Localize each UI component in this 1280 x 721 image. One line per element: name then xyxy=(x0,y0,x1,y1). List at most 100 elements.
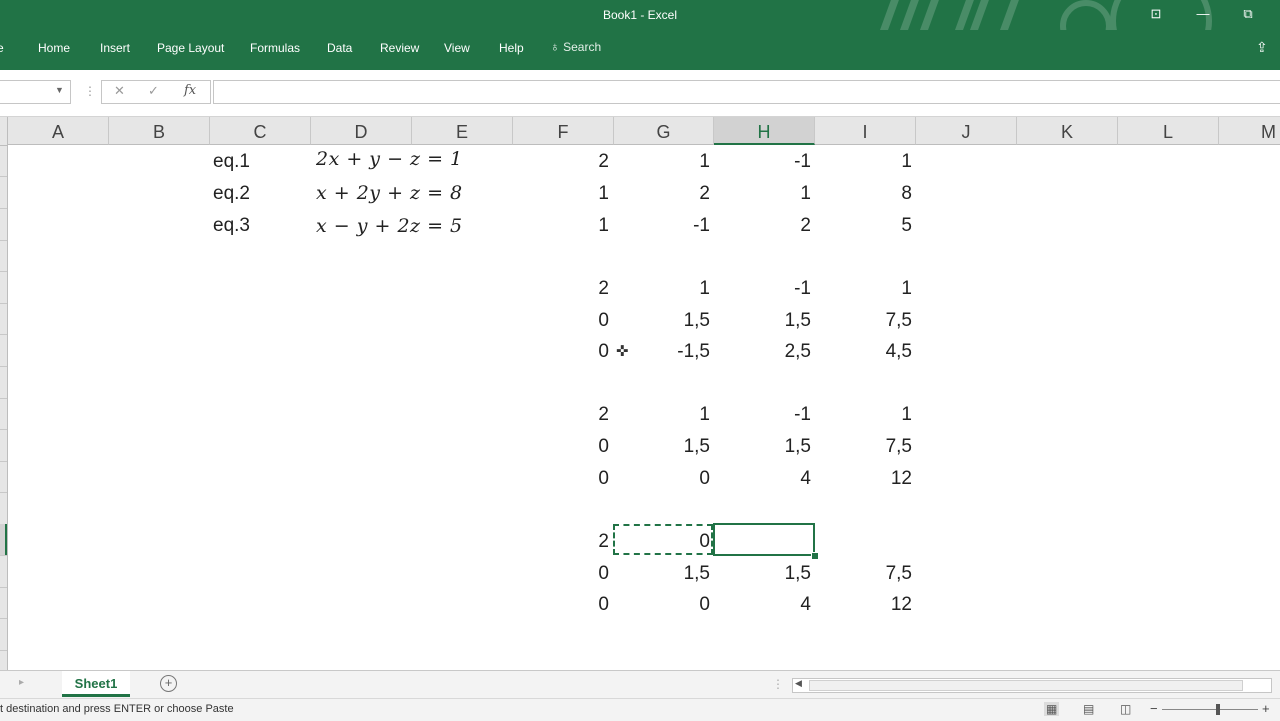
minimize-icon[interactable]: — xyxy=(1193,6,1213,21)
name-box[interactable]: ▼ xyxy=(0,80,71,104)
row-headers[interactable] xyxy=(0,146,8,670)
equation-object[interactable]: x + 2y + z = 8 xyxy=(316,182,463,204)
share-icon[interactable]: ⇪ xyxy=(1256,39,1268,56)
matrix-cell[interactable]: 1 xyxy=(614,278,710,300)
tab-page-layout[interactable]: Page Layout xyxy=(157,41,224,55)
sheet-tab-sheet1[interactable]: Sheet1 xyxy=(62,671,130,697)
matrix-cell[interactable]: 2 xyxy=(513,151,609,173)
column-header-k[interactable]: K xyxy=(1017,117,1118,145)
zoom-in-icon[interactable]: + xyxy=(1262,701,1270,716)
matrix-cell[interactable]: 1,5 xyxy=(614,563,710,585)
matrix-cell[interactable]: 2 xyxy=(714,215,811,237)
matrix-cell[interactable]: 2 xyxy=(614,183,710,205)
matrix-cell[interactable]: 0 xyxy=(513,468,609,490)
tab-data[interactable]: Data xyxy=(327,41,352,55)
matrix-cell[interactable]: 1,5 xyxy=(714,563,811,585)
column-header-l[interactable]: L xyxy=(1118,117,1219,145)
add-sheet-icon[interactable]: + xyxy=(160,675,177,692)
matrix-cell[interactable]: 0 xyxy=(513,341,609,363)
matrix-cell[interactable]: -1 xyxy=(714,404,811,426)
matrix-cell[interactable]: 1 xyxy=(714,183,811,205)
matrix-cell[interactable]: 1 xyxy=(614,404,710,426)
tab-file[interactable]: e xyxy=(0,41,4,55)
zoom-out-icon[interactable]: − xyxy=(1150,701,1158,716)
horizontal-scrollbar[interactable]: ◀ xyxy=(792,678,1272,693)
matrix-cell[interactable]: 1,5 xyxy=(714,310,811,332)
matrix-cell[interactable]: 0 xyxy=(614,468,710,490)
matrix-cell[interactable]: 7,5 xyxy=(815,310,912,332)
tab-insert[interactable]: Insert xyxy=(100,41,130,55)
column-header-b[interactable]: B xyxy=(109,117,210,145)
matrix-cell[interactable]: 0 xyxy=(513,436,609,458)
scroll-sheets-icon[interactable]: ▸ xyxy=(19,677,24,688)
matrix-cell[interactable]: 7,5 xyxy=(815,436,912,458)
matrix-cell[interactable]: 1 xyxy=(815,278,912,300)
column-header-a[interactable]: A xyxy=(8,117,109,145)
matrix-cell[interactable]: 4 xyxy=(714,468,811,490)
matrix-cell[interactable]: 2 xyxy=(513,278,609,300)
matrix-cell[interactable]: 1,5 xyxy=(614,436,710,458)
column-header-h[interactable]: H xyxy=(714,117,815,145)
select-all-corner[interactable] xyxy=(0,117,8,146)
tab-home[interactable]: Home xyxy=(38,41,70,55)
restore-icon[interactable]: ⧉ xyxy=(1238,6,1258,22)
scroll-left-icon[interactable]: ◀ xyxy=(795,678,802,689)
page-break-view-icon[interactable]: ◫ xyxy=(1120,702,1131,716)
column-header-j[interactable]: J xyxy=(916,117,1017,145)
matrix-cell[interactable]: 1 xyxy=(513,183,609,205)
chevron-down-icon[interactable]: ▼ xyxy=(55,85,64,95)
resize-handle-icon[interactable]: ⋮ xyxy=(84,84,96,98)
matrix-cell[interactable]: 8 xyxy=(815,183,912,205)
scrollbar-thumb[interactable] xyxy=(809,680,1243,691)
matrix-cell[interactable]: 12 xyxy=(815,594,912,616)
column-header-e[interactable]: E xyxy=(412,117,513,145)
matrix-cell[interactable]: -1 xyxy=(714,278,811,300)
formula-input[interactable] xyxy=(213,80,1280,104)
insert-function-icon[interactable]: fx xyxy=(184,83,196,98)
active-cell[interactable] xyxy=(713,523,815,556)
tab-formulas[interactable]: Formulas xyxy=(250,41,300,55)
equation-object[interactable]: x − y + 2z = 5 xyxy=(316,215,463,237)
tab-split-handle-icon[interactable]: ⋮ xyxy=(772,677,784,691)
fill-handle[interactable] xyxy=(811,552,819,560)
column-header-i[interactable]: I xyxy=(815,117,916,145)
matrix-cell[interactable]: 0 xyxy=(513,310,609,332)
zoom-slider-thumb[interactable] xyxy=(1216,704,1220,715)
matrix-cell[interactable]: 1 xyxy=(815,151,912,173)
matrix-cell[interactable]: 1 xyxy=(815,404,912,426)
column-header-f[interactable]: F xyxy=(513,117,614,145)
cancel-icon[interactable]: ✕ xyxy=(114,83,125,99)
ribbon-display-icon[interactable]: ⊡ xyxy=(1146,6,1166,22)
tab-help[interactable]: Help xyxy=(499,41,524,55)
tell-me-search[interactable]: ♁ Search xyxy=(550,39,601,54)
tab-view[interactable]: View xyxy=(444,41,470,55)
tab-review[interactable]: Review xyxy=(380,41,419,55)
matrix-cell[interactable]: 5 xyxy=(815,215,912,237)
matrix-cell[interactable]: 0 xyxy=(614,594,710,616)
enter-icon[interactable]: ✓ xyxy=(148,83,159,99)
column-header-d[interactable]: D xyxy=(311,117,412,145)
zoom-slider[interactable] xyxy=(1162,709,1258,710)
matrix-cell[interactable]: 2,5 xyxy=(714,341,811,363)
matrix-cell[interactable]: 7,5 xyxy=(815,563,912,585)
matrix-cell[interactable]: 0 xyxy=(513,594,609,616)
equation-object[interactable]: 2x + y − z = 1 xyxy=(316,148,463,170)
matrix-cell[interactable]: 1,5 xyxy=(614,310,710,332)
matrix-cell[interactable]: -1 xyxy=(714,151,811,173)
matrix-cell[interactable]: 4,5 xyxy=(815,341,912,363)
column-header-c[interactable]: C xyxy=(210,117,311,145)
worksheet-grid[interactable]: A B C D E F G H I J K L M eq.1 eq.2 eq.3… xyxy=(0,117,1280,670)
matrix-cell[interactable]: 12 xyxy=(815,468,912,490)
matrix-cell[interactable]: 0 xyxy=(513,563,609,585)
matrix-cell[interactable]: 2 xyxy=(513,531,609,553)
matrix-cell[interactable]: -1 xyxy=(614,215,710,237)
page-layout-view-icon[interactable]: ▤ xyxy=(1083,702,1094,716)
matrix-cell[interactable]: 1,5 xyxy=(714,436,811,458)
row-header-active[interactable] xyxy=(0,524,7,555)
matrix-cell[interactable]: 4 xyxy=(714,594,811,616)
column-header-g[interactable]: G xyxy=(614,117,714,145)
normal-view-icon[interactable]: ▦ xyxy=(1044,702,1060,716)
column-header-m[interactable]: M xyxy=(1219,117,1280,145)
matrix-cell[interactable]: 1 xyxy=(614,151,710,173)
matrix-cell[interactable]: 2 xyxy=(513,404,609,426)
